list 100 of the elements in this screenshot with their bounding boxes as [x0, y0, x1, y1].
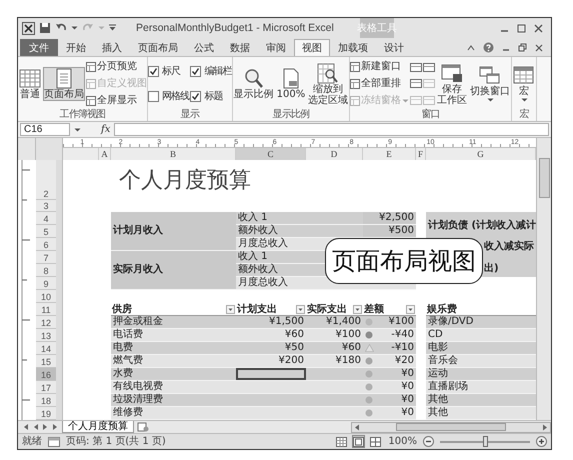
ribbon-tab[interactable]: 审阅	[258, 39, 294, 56]
checkbox[interactable]	[190, 66, 202, 77]
ribbon-tab[interactable]: 插入	[94, 39, 130, 56]
row-header[interactable]: 8	[36, 264, 56, 277]
horizontal-scrollbar[interactable]	[351, 422, 551, 432]
window-layout-icon[interactable]	[423, 62, 436, 73]
row-header[interactable]: 3	[36, 200, 56, 212]
ribbon-button[interactable]: 普通	[18, 67, 42, 101]
maximize-icon[interactable]	[517, 24, 526, 32]
ribbon-button[interactable]: 显示比例	[232, 67, 275, 101]
zoom-in-icon[interactable]	[536, 436, 547, 447]
ribbon-tab[interactable]: 视图	[294, 39, 330, 56]
column-header[interactable]: C	[236, 148, 306, 160]
group-label: 窗口	[420, 109, 441, 121]
table-cell: 水费	[111, 368, 236, 381]
dropdown-icon[interactable]	[226, 304, 235, 314]
row-header[interactable]: 10	[36, 290, 56, 303]
checkbox[interactable]	[190, 91, 202, 102]
column-header[interactable]: B	[111, 148, 236, 160]
checkbox[interactable]	[148, 66, 159, 77]
row-header[interactable]: 19	[36, 407, 56, 420]
ribbon-button[interactable]: 全部重排	[350, 78, 410, 90]
group-label: 工作簿视图	[58, 109, 106, 121]
corner-cell[interactable]	[36, 138, 63, 160]
customize-caret-icon[interactable]	[109, 24, 116, 32]
ribbon-tab[interactable]: 文件	[20, 39, 58, 56]
ribbon-button[interactable]: 切换窗口	[469, 64, 512, 104]
ribbon-button[interactable]: 100%	[276, 67, 306, 101]
sheet-tab[interactable]: 个人月度预算	[62, 421, 134, 433]
row-header[interactable]: 16	[36, 368, 56, 381]
collapse-ribbon-icon[interactable]	[467, 44, 475, 52]
ribbon-button[interactable]: 新建窗口	[350, 61, 410, 74]
column-header[interactable]: A	[99, 148, 111, 160]
table-cell: ¥1,500	[236, 316, 306, 329]
row-header[interactable]: 2	[36, 160, 56, 200]
close-icon[interactable]	[534, 24, 543, 32]
row-header[interactable]: 14	[36, 342, 56, 355]
ribbon-tab[interactable]: 加载项	[330, 39, 376, 56]
dropdown-icon[interactable]	[353, 304, 362, 314]
scroll-thumb[interactable]	[538, 158, 550, 198]
formula-field[interactable]	[114, 123, 549, 136]
table-cell: ¥180	[306, 355, 363, 368]
column-header[interactable]: G	[426, 148, 536, 160]
caret-icon[interactable]	[74, 126, 81, 132]
row-header[interactable]: 12	[36, 316, 56, 329]
ribbon-button[interactable]: 页面布局	[43, 67, 85, 101]
ribbon-tab[interactable]: 页面布局	[130, 39, 186, 56]
column-header[interactable]: F	[416, 148, 426, 160]
ribbon-button[interactable]: 缩放到 选定区域	[307, 62, 350, 106]
name-box[interactable]: C16	[20, 123, 70, 136]
dropdown-icon[interactable]	[296, 304, 305, 314]
ribbon-button[interactable]: 全屏显示	[86, 94, 147, 107]
row-header[interactable]: 17	[36, 381, 56, 394]
row-header[interactable]: 13	[36, 329, 56, 342]
ribbon-tab[interactable]: 数据	[222, 39, 258, 56]
checkbox[interactable]	[148, 91, 159, 102]
vertical-scrollbar[interactable]	[536, 138, 551, 420]
restore-icon[interactable]	[518, 43, 527, 52]
checkbox-label: 标题	[204, 90, 223, 104]
function-label[interactable]: fx	[101, 124, 110, 135]
column-header[interactable]: D	[306, 148, 363, 160]
window-title: PersonalMonthlyBudget1 - Microsoft Excel	[135, 22, 335, 34]
row-header[interactable]: 18	[36, 394, 56, 407]
row-header[interactable]: 5	[36, 225, 56, 238]
table-icon	[513, 65, 536, 86]
view-button[interactable]	[352, 435, 366, 448]
scroll-thumb[interactable]	[396, 423, 506, 431]
scroll-right-icon[interactable]	[542, 424, 548, 430]
row-header[interactable]: 9	[36, 277, 56, 290]
ribbon-button[interactable]: 保存 工作区	[436, 62, 468, 106]
ribbon-button[interactable]: 宏	[512, 64, 536, 104]
ribbon-button[interactable]: 分页预览	[86, 61, 147, 74]
spreadsheet-icon[interactable]	[22, 22, 35, 34]
row-header[interactable]: 6	[36, 238, 56, 251]
caret-icon[interactable]	[71, 25, 78, 31]
table-cell: 其他	[426, 394, 536, 407]
row-header[interactable]: 11	[36, 303, 56, 316]
window-layout-icon[interactable]	[410, 62, 422, 73]
table-cell: CD	[426, 329, 536, 342]
zoom-out-icon[interactable]	[423, 436, 434, 447]
help-icon[interactable]	[483, 42, 494, 53]
ribbon-tab[interactable]: 设计	[376, 39, 412, 56]
window-layout-icon[interactable]	[410, 78, 422, 90]
ribbon-tab[interactable]: 公式	[186, 39, 222, 56]
slider-thumb[interactable]	[483, 436, 488, 447]
view-button[interactable]	[335, 435, 348, 448]
scroll-left-icon[interactable]	[354, 424, 360, 430]
row-header[interactable]: 15	[36, 355, 56, 368]
row-header[interactable]: 4	[36, 212, 56, 225]
ribbon-tab[interactable]: 开始	[58, 39, 94, 56]
dropdown-icon[interactable]	[406, 304, 415, 314]
save-icon[interactable]	[39, 22, 51, 34]
new-sheet-icon[interactable]	[137, 422, 149, 432]
close-icon[interactable]	[535, 44, 543, 52]
row-header[interactable]: 7	[36, 251, 56, 264]
table-cell: 电话费	[111, 329, 236, 342]
column-header[interactable]: E	[363, 148, 416, 160]
view-button[interactable]	[369, 435, 382, 448]
table-cell: ¥100	[306, 329, 363, 342]
zoom-level[interactable]: 100%	[388, 434, 417, 449]
